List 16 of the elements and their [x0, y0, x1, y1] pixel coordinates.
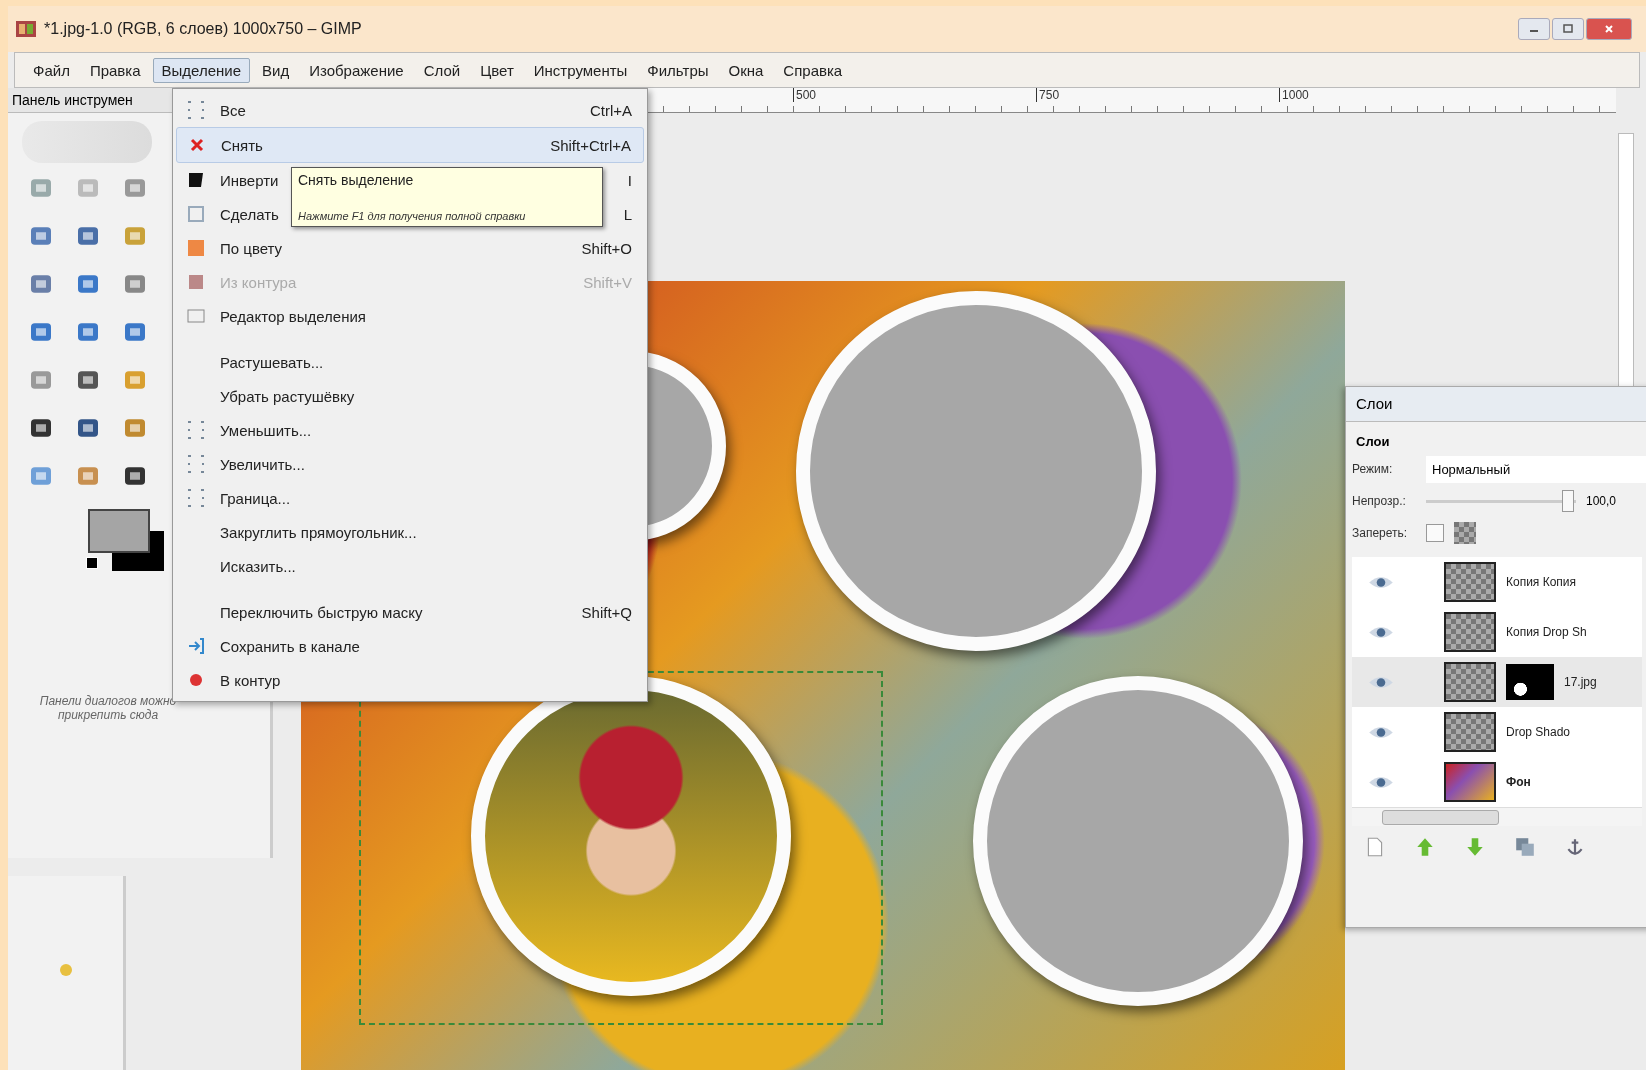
lock-label: Запереть: — [1352, 526, 1409, 540]
window-title: *1.jpg-1.0 (RGB, 6 слоев) 1000x750 – GIMP — [44, 20, 362, 38]
ruler-label: 500 — [793, 88, 817, 102]
ruler-label: 750 — [1036, 88, 1060, 102]
layer-name: Копия Копия — [1506, 575, 1577, 589]
tooltip-hint: Нажмите F1 для получения полной справки — [298, 210, 527, 222]
opacity-value: 100,0 — [1586, 494, 1617, 508]
layer-name: Фон — [1506, 775, 1531, 789]
opacity-label: Непрозр.: — [1352, 494, 1407, 508]
mode-label: Режим: — [1352, 462, 1394, 476]
layer-name: 17.jpg — [1564, 675, 1597, 689]
tooltip-title: Снять выделение — [298, 172, 415, 188]
layer-name: Копия Drop Sh — [1506, 625, 1587, 639]
panel-title: Слои — [1346, 387, 1646, 422]
ruler-label: 1000 — [1279, 88, 1309, 102]
layer-name: Drop Shado — [1506, 725, 1571, 739]
